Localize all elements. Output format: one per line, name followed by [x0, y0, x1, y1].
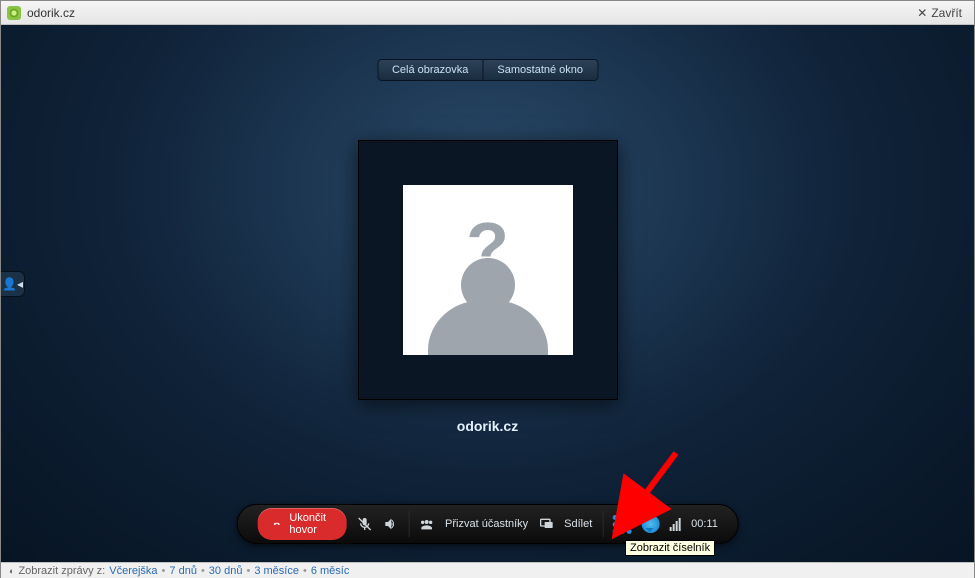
avatar-frame: ? [358, 140, 618, 400]
close-button[interactable]: ✕ Zavřít [911, 4, 968, 22]
view-mode-toggle: Celá obrazovka Samostatné okno [377, 59, 598, 81]
dialpad-tooltip: Zobrazit číselník [625, 540, 715, 556]
call-area: Celá obrazovka Samostatné okno 👤◂ ? odor… [1, 25, 974, 562]
call-control-bar: Ukončit hovor Přizvat účastníky Sdílet [236, 504, 739, 544]
default-avatar-icon: ? [403, 185, 573, 355]
status-online-icon [7, 6, 21, 20]
message-filter-strip: ◐ Zobrazit zprávy z: Včerejška • 7 dnů •… [1, 562, 974, 578]
footer-link[interactable]: 3 měsíce [254, 565, 299, 577]
footer-link[interactable]: 6 měsíc [311, 565, 350, 577]
dialpad-icon [613, 515, 632, 534]
window-title: odorik.cz [27, 6, 75, 20]
signal-icon [670, 517, 681, 531]
volume-button[interactable] [382, 516, 398, 532]
mute-mic-button[interactable] [356, 516, 372, 532]
expand-side-panel-button[interactable]: 👤◂ [1, 271, 25, 297]
volume-icon [382, 516, 398, 532]
footer-link[interactable]: 7 dnů [169, 565, 197, 577]
phone-hangup-icon [271, 516, 281, 532]
titlebar: odorik.cz ✕ Zavřít [1, 1, 974, 25]
fullscreen-button[interactable]: Celá obrazovka [377, 59, 482, 81]
group-icon [419, 516, 435, 532]
chat-icon [642, 515, 660, 533]
expand-side-icon: 👤◂ [2, 277, 23, 291]
avatar-card: ? odorik.cz [358, 140, 618, 434]
close-icon: ✕ [917, 6, 927, 20]
contact-name: odorik.cz [358, 418, 618, 434]
mic-mute-icon [356, 516, 372, 532]
end-call-label: Ukončit hovor [289, 512, 332, 536]
dialpad-button[interactable] [613, 515, 632, 534]
person-silhouette-icon [428, 300, 548, 355]
invite-participants-button[interactable]: Přizvat účastníky [445, 518, 528, 530]
online-glyph-icon [7, 5, 21, 21]
call-duration: 00:11 [691, 518, 718, 530]
footer-link[interactable]: 30 dnů [209, 565, 243, 577]
call-quality-button[interactable] [670, 517, 681, 531]
share-button[interactable]: Sdílet [564, 518, 592, 530]
chat-button[interactable] [642, 515, 660, 533]
footer-link[interactable]: Včerejška [109, 565, 157, 577]
popout-window-button[interactable]: Samostatné okno [482, 59, 598, 81]
close-label: Zavřít [931, 6, 962, 20]
footer-prefix: Zobrazit zprávy z: [18, 565, 105, 577]
share-screen-icon [538, 516, 554, 532]
end-call-button[interactable]: Ukončit hovor [257, 508, 346, 540]
